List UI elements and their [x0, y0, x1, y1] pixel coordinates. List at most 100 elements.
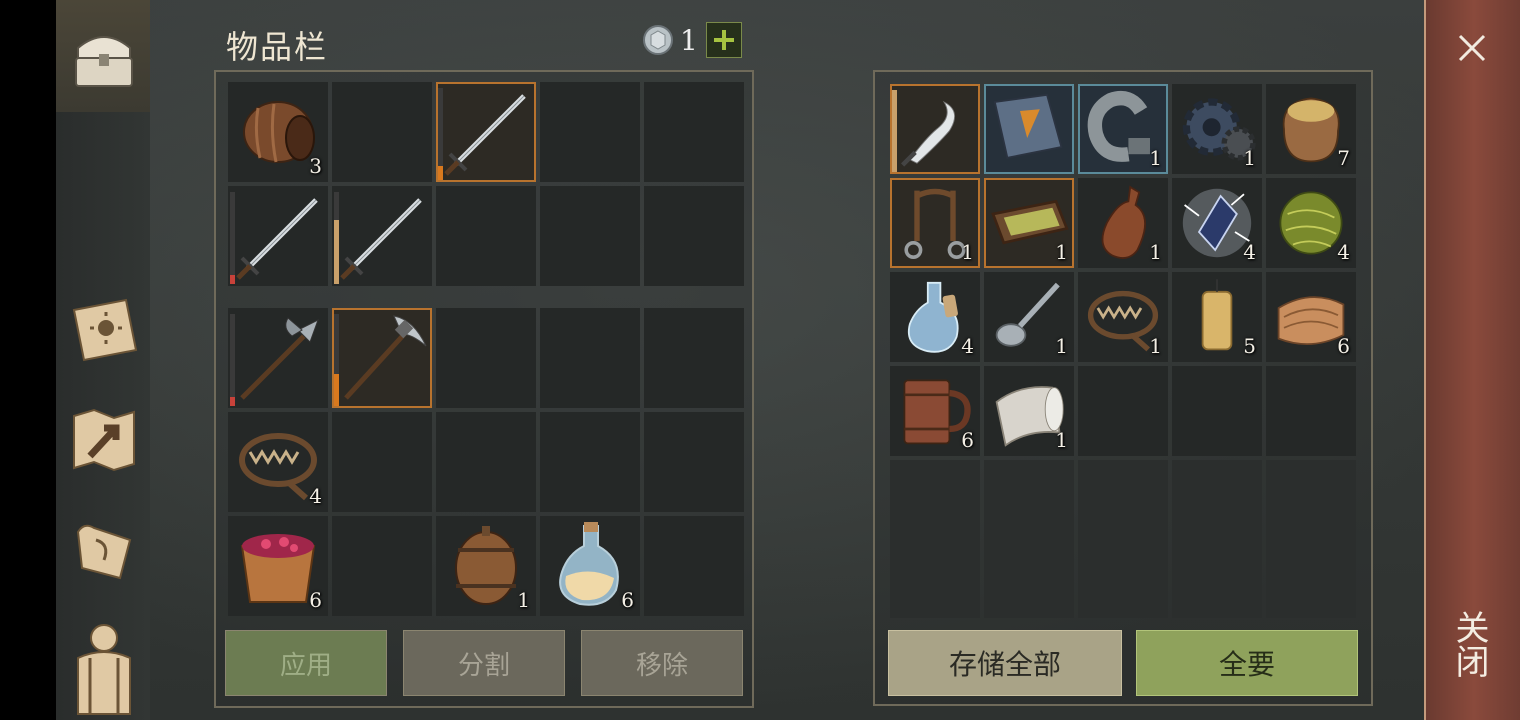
inventory-slot[interactable]	[540, 82, 640, 182]
currency-display: 1	[642, 22, 742, 58]
item-quantity: 5	[1243, 334, 1256, 358]
quest-scroll-icon[interactable]	[64, 510, 144, 590]
chest-icon[interactable]	[64, 18, 144, 98]
map-arrow-icon[interactable]	[64, 400, 144, 480]
close-icon[interactable]	[1452, 28, 1492, 68]
item-quantity: 1	[517, 588, 530, 612]
item-quantity: 1	[1149, 146, 1162, 170]
longsword-icon	[340, 198, 422, 280]
inventory-slot[interactable]	[540, 412, 640, 512]
storage-slot[interactable]: 1	[1078, 272, 1168, 362]
storage-slot[interactable]	[1172, 460, 1262, 550]
inventory-slot[interactable]	[332, 516, 432, 616]
storage-slot[interactable]: 4	[890, 272, 980, 362]
store-all-button[interactable]: 存储全部	[888, 630, 1122, 696]
storage-slot[interactable]: 1	[984, 178, 1074, 268]
inventory-slot[interactable]	[644, 412, 744, 512]
inventory-slot[interactable]	[332, 308, 432, 408]
inventory-slot[interactable]	[228, 308, 328, 408]
inventory-slot[interactable]	[436, 186, 536, 286]
storage-slot[interactable]: 5	[1172, 272, 1262, 362]
durability-fill	[892, 90, 897, 172]
silver-coin-icon	[643, 25, 673, 55]
page-title: 物品栏	[226, 28, 329, 66]
item-quantity: 4	[961, 334, 974, 358]
storage-slot[interactable]	[1172, 366, 1262, 456]
storage-slot[interactable]	[1172, 548, 1262, 618]
inventory-slot[interactable]	[644, 186, 744, 286]
item-quantity: 6	[961, 428, 974, 452]
inventory-slot[interactable]	[332, 412, 432, 512]
storage-slot[interactable]	[984, 84, 1074, 174]
inventory-slot[interactable]: 6	[540, 516, 640, 616]
inventory-slot[interactable]: 6	[228, 516, 328, 616]
storage-slot[interactable]: 1	[984, 272, 1074, 362]
item-quantity: 1	[1243, 146, 1256, 170]
split-button[interactable]: 分割	[403, 630, 565, 696]
character-backpack-icon[interactable]	[64, 618, 144, 718]
storage-slot[interactable]: 1	[890, 178, 980, 268]
currency-count: 1	[680, 23, 698, 57]
durability-bar	[230, 314, 235, 406]
longsword-icon	[444, 94, 526, 176]
item-quantity: 1	[961, 240, 974, 264]
inventory-slot[interactable]	[644, 308, 744, 408]
close-button[interactable]: 关闭	[1449, 610, 1494, 678]
durability-fill	[334, 374, 339, 406]
left-nav	[56, 0, 150, 720]
item-quantity: 1	[1055, 334, 1068, 358]
inventory-slot[interactable]: 3	[228, 82, 328, 182]
take-all-button[interactable]: 全要	[1136, 630, 1358, 696]
storage-slot[interactable]: 1	[1172, 84, 1262, 174]
storage-slot[interactable]	[1266, 366, 1356, 456]
storage-slot[interactable]: 4	[1266, 178, 1356, 268]
durability-bar	[892, 90, 897, 172]
inventory-slot[interactable]	[644, 516, 744, 616]
inventory-slot[interactable]	[540, 186, 640, 286]
storage-slot[interactable]	[1266, 548, 1356, 618]
storage-slot[interactable]: 7	[1266, 84, 1356, 174]
inventory-slot[interactable]	[332, 82, 432, 182]
storage-slot[interactable]	[984, 548, 1074, 618]
item-quantity: 4	[309, 484, 322, 508]
remove-button[interactable]: 移除	[581, 630, 743, 696]
inventory-slot[interactable]	[436, 308, 536, 408]
item-quantity: 6	[1337, 334, 1350, 358]
storage-slot[interactable]	[890, 84, 980, 174]
storage-slot[interactable]	[1078, 548, 1168, 618]
storage-slot[interactable]: 1	[984, 366, 1074, 456]
longsword-icon	[236, 198, 318, 280]
storage-slot[interactable]: 4	[1172, 178, 1262, 268]
item-quantity: 6	[309, 588, 322, 612]
storage-slot[interactable]: 1	[1078, 84, 1168, 174]
inventory-slot[interactable]	[436, 82, 536, 182]
inventory-slot[interactable]: 1	[436, 516, 536, 616]
sun-book-icon[interactable]	[64, 290, 144, 370]
inventory-slot[interactable]	[540, 308, 640, 408]
inventory-slot[interactable]	[436, 412, 536, 512]
storage-slot[interactable]	[984, 460, 1074, 550]
storage-slot[interactable]	[890, 460, 980, 550]
durability-fill	[230, 275, 235, 284]
storage-slot[interactable]: 6	[1266, 272, 1356, 362]
durability-bar	[334, 192, 339, 284]
apply-button[interactable]: 应用	[225, 630, 387, 696]
item-quantity: 1	[1149, 334, 1162, 358]
item-quantity: 6	[621, 588, 634, 612]
storage-slot[interactable]	[1078, 460, 1168, 550]
inventory-slot[interactable]	[228, 186, 328, 286]
add-currency-button[interactable]	[705, 22, 742, 58]
storage-slot[interactable]: 6	[890, 366, 980, 456]
durability-bar	[230, 192, 235, 284]
durability-fill	[230, 397, 235, 406]
durability-bar	[334, 314, 339, 406]
inventory-slot[interactable]	[644, 82, 744, 182]
storage-slot[interactable]	[1266, 460, 1356, 550]
storage-slot[interactable]	[1078, 366, 1168, 456]
inventory-slot[interactable]: 4	[228, 412, 328, 512]
item-quantity: 1	[1055, 240, 1068, 264]
storage-slot[interactable]: 1	[1078, 178, 1168, 268]
item-quantity: 3	[309, 154, 322, 178]
inventory-slot[interactable]	[332, 186, 432, 286]
storage-slot[interactable]	[890, 548, 980, 618]
